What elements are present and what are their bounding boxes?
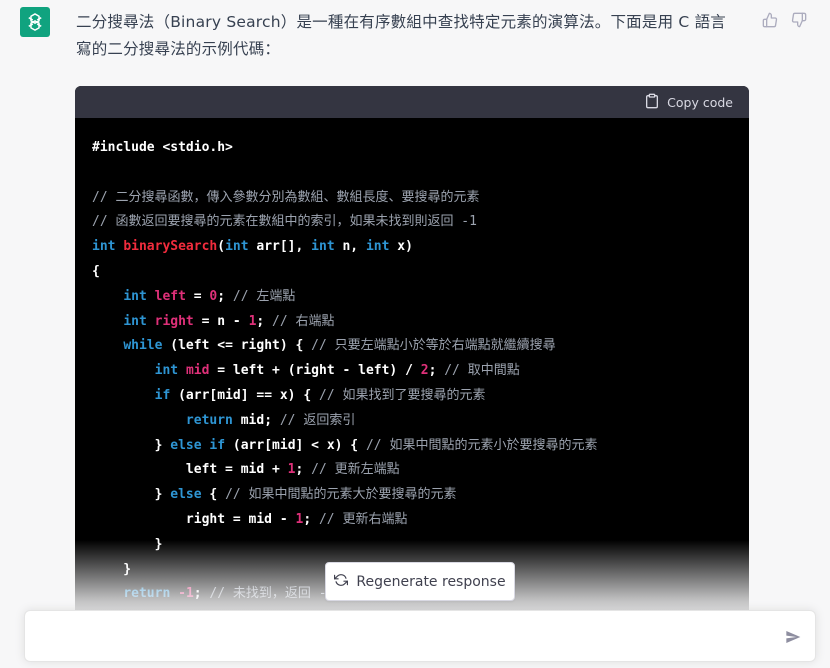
code-line: int left = 0; // 左端點 — [123, 288, 296, 304]
regenerate-response-button[interactable]: Regenerate response — [325, 562, 515, 601]
refresh-icon — [334, 573, 349, 591]
code-block-header: Copy code — [75, 86, 749, 118]
composer — [24, 610, 816, 662]
message-input[interactable] — [39, 625, 779, 649]
code-line: #include <stdio.h> — [92, 140, 233, 155]
thumbs-down-icon[interactable] — [789, 10, 809, 30]
clipboard-icon — [644, 93, 660, 112]
assistant-message: 二分搜尋法（Binary Search）是一種在有序數組中查找特定元素的演算法。… — [0, 0, 830, 668]
thumbs-up-icon[interactable] — [760, 10, 780, 30]
code-line: // 二分搜尋函數，傳入參數分別為數組、數組長度、要搜尋的元素 — [92, 189, 480, 205]
message-line: 二分搜尋法（Binary Search）是一種在有序數組中查找特定元素的演算法。… — [76, 13, 726, 31]
code-line: } else if (arr[mid] < x) { // 如果中間點的元素小於… — [92, 437, 598, 453]
code-line: while (left <= right) { // 只要左端點小於等於右端點就… — [123, 338, 556, 354]
send-icon[interactable] — [783, 627, 803, 647]
code-line: } — [92, 536, 163, 552]
message-line: 寫的二分搜尋法的示例代碼： — [76, 40, 281, 58]
code-line: int mid = left + (right - left) / 2; // … — [154, 363, 520, 379]
code-line: if (arr[mid] == x) { // 如果找到了要搜尋的元素 — [154, 387, 486, 403]
code-line: } else { // 如果中間點的元素大於要搜尋的元素 — [92, 487, 457, 503]
code-content: #include <stdio.h> // 二分搜尋函數，傳入參數分別為數組、數組… — [75, 118, 749, 607]
code-line: int binarySearch(int arr[], int n, int x… — [92, 239, 413, 255]
code-line: return mid; // 返回索引 — [185, 412, 356, 428]
openai-logo-icon — [20, 7, 50, 37]
regenerate-label: Regenerate response — [356, 573, 506, 590]
copy-code-button[interactable]: Copy code — [644, 93, 733, 112]
message-text: 二分搜尋法（Binary Search）是一種在有序數組中查找特定元素的演算法。… — [76, 9, 752, 63]
code-line: int right = n - 1; // 右端點 — [123, 313, 335, 329]
code-line: right = mid - 1; // 更新右端點 — [92, 511, 408, 527]
copy-code-label: Copy code — [667, 94, 733, 110]
code-line: left = mid + 1; // 更新左端點 — [92, 462, 400, 478]
code-line: { — [92, 263, 100, 279]
code-line: // 函數返回要搜尋的元素在數組中的索引，如果未找到則返回 -1 — [92, 214, 477, 230]
